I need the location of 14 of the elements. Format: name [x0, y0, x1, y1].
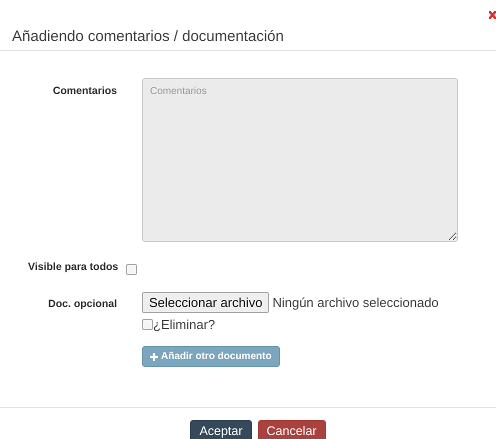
checkbox[interactable]: [142, 319, 153, 330]
field-label: Visible para todos: [28, 260, 118, 275]
file-status: Ningún archivo seleccionado: [272, 294, 439, 312]
plus-icon: [150, 352, 158, 361]
cancel-button[interactable]: Cancelar: [258, 420, 326, 439]
checkbox[interactable]: [126, 264, 138, 276]
comments-field[interactable]: Comentarios: [142, 78, 458, 242]
dialog-title: Añadiendo comentarios / documentación: [12, 27, 285, 47]
field-label: Doc. opcional: [47, 296, 117, 312]
accept-button[interactable]: Aceptar: [190, 420, 252, 439]
close-icon[interactable]: [489, 11, 496, 19]
field-label: Comentarios: [52, 84, 117, 99]
choose-file-button[interactable]: Seleccionar archivo: [142, 292, 270, 313]
checkbox-label: ¿Eliminar?: [153, 316, 216, 334]
